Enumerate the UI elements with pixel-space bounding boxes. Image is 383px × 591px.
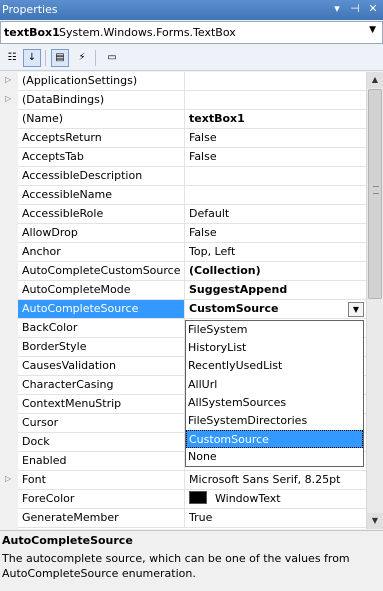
property-name[interactable]: AutoCompleteMode xyxy=(18,281,185,300)
property-row[interactable]: AccessibleRole Default xyxy=(0,205,366,224)
dropdown-option[interactable]: AllUrl xyxy=(186,376,363,394)
property-name[interactable]: Enabled xyxy=(18,452,185,471)
pin-icon[interactable]: ⊣ xyxy=(349,2,361,16)
dropdown-arrow-icon[interactable]: ▾ xyxy=(331,2,343,16)
toolbar-separator xyxy=(95,50,96,66)
property-name[interactable]: ContextMenuStrip xyxy=(18,395,185,414)
property-name[interactable]: (ApplicationSettings) xyxy=(18,72,185,91)
property-pages-icon[interactable]: ▭ xyxy=(103,49,121,67)
property-row[interactable]: GenerateMember True xyxy=(0,509,366,528)
property-grid: ▷ (ApplicationSettings) ▷ (DataBindings) (Na… xyxy=(0,72,366,529)
properties-icon[interactable]: ▤ xyxy=(51,49,69,67)
property-name[interactable]: AutoCompleteSource xyxy=(18,300,185,319)
property-row[interactable]: ▷ (ApplicationSettings) xyxy=(0,72,366,91)
property-name[interactable]: Dock xyxy=(18,433,185,452)
property-name[interactable]: GenerateMember xyxy=(18,509,185,528)
autocomplete-source-dropdown[interactable]: FileSystem HistoryList RecentlyUsedList All… xyxy=(185,320,364,467)
property-name[interactable]: CausesValidation xyxy=(18,357,185,376)
property-value[interactable]: False xyxy=(185,148,366,167)
grid-scrollbar[interactable]: ▲ ▼ xyxy=(366,72,383,529)
property-value[interactable] xyxy=(185,72,366,91)
property-row[interactable]: ForeColor WindowText xyxy=(0,490,366,509)
properties-titlebar: Properties ▾ ⊣ ✕ xyxy=(0,0,383,20)
dropdown-option[interactable]: FileSystemDirectories xyxy=(186,412,363,430)
property-name[interactable]: ForeColor xyxy=(18,490,185,509)
dropdown-option[interactable]: RecentlyUsedList xyxy=(186,357,363,375)
property-name[interactable]: AllowDrop xyxy=(18,224,185,243)
property-name[interactable]: (DataBindings) xyxy=(18,91,185,110)
property-name[interactable]: Anchor xyxy=(18,243,185,262)
property-name[interactable]: AccessibleDescription xyxy=(18,167,185,186)
property-row[interactable]: AcceptsReturn False xyxy=(0,129,366,148)
scroll-up-icon[interactable]: ▲ xyxy=(367,72,383,88)
property-row[interactable]: (Name) textBox1 xyxy=(0,110,366,129)
description-pane: AutoCompleteSource The autocomplete sour… xyxy=(0,530,383,591)
property-row[interactable]: AcceptsTab False xyxy=(0,148,366,167)
property-value[interactable]: False xyxy=(185,224,366,243)
description-title: AutoCompleteSource xyxy=(2,534,133,547)
property-name[interactable]: BorderStyle xyxy=(18,338,185,357)
close-icon[interactable]: ✕ xyxy=(367,2,379,16)
property-value[interactable]: Microsoft Sans Serif, 8.25pt xyxy=(185,471,366,490)
property-value[interactable] xyxy=(185,167,366,186)
categorized-icon[interactable]: ☷ xyxy=(3,49,21,67)
expand-icon[interactable]: ▷ xyxy=(5,75,11,84)
object-name: textBox1 xyxy=(4,26,60,39)
property-value[interactable]: Default xyxy=(185,205,366,224)
expand-icon[interactable]: ▷ xyxy=(5,474,11,483)
window-controls: ▾ ⊣ ✕ xyxy=(331,2,379,16)
property-value[interactable]: textBox1 xyxy=(185,110,366,129)
property-value[interactable] xyxy=(185,186,366,205)
property-row[interactable]: AllowDrop False xyxy=(0,224,366,243)
property-name[interactable]: Font xyxy=(18,471,185,490)
property-name[interactable]: BackColor xyxy=(18,319,185,338)
dropdown-option[interactable]: None xyxy=(186,448,363,466)
expand-icon[interactable]: ▷ xyxy=(5,94,11,103)
property-row[interactable]: ▷ (DataBindings) xyxy=(0,91,366,110)
property-value[interactable] xyxy=(185,91,366,110)
properties-toolbar: ☷ ↓ ▤ ⚡ ▭ xyxy=(0,45,383,71)
scroll-thumb[interactable] xyxy=(368,89,382,299)
property-value[interactable]: WindowText xyxy=(185,490,366,509)
dropdown-option[interactable]: CustomSource xyxy=(186,430,363,449)
property-row[interactable]: AccessibleDescription xyxy=(0,167,366,186)
property-name[interactable]: AcceptsReturn xyxy=(18,129,185,148)
property-value[interactable]: Top, Left xyxy=(185,243,366,262)
description-text: The autocomplete source, which can be on… xyxy=(2,552,350,580)
property-name[interactable]: AcceptsTab xyxy=(18,148,185,167)
chevron-down-icon[interactable]: ▼ xyxy=(369,25,376,35)
property-value[interactable]: False xyxy=(185,129,366,148)
object-type: System.Windows.Forms.TextBox xyxy=(59,26,236,39)
property-row[interactable]: Anchor Top, Left xyxy=(0,243,366,262)
property-name[interactable]: AccessibleName xyxy=(18,186,185,205)
property-row[interactable]: AutoCompleteSource CustomSource ▼ xyxy=(0,300,366,319)
chevron-down-icon[interactable]: ▼ xyxy=(348,302,364,317)
property-row[interactable]: AccessibleName xyxy=(0,186,366,205)
property-value[interactable]: SuggestAppend xyxy=(185,281,366,300)
property-name[interactable]: AutoCompleteCustomSource xyxy=(18,262,185,281)
property-name[interactable]: AccessibleRole xyxy=(18,205,185,224)
property-value-text: WindowText xyxy=(215,492,281,505)
toolbar-separator xyxy=(45,50,46,66)
property-name[interactable]: Cursor xyxy=(18,414,185,433)
dropdown-option[interactable]: FileSystem xyxy=(186,321,363,339)
property-row[interactable]: AutoCompleteCustomSource (Collection) xyxy=(0,262,366,281)
property-value[interactable]: CustomSource xyxy=(185,300,366,319)
property-row[interactable]: ▷ Font Microsoft Sans Serif, 8.25pt xyxy=(0,471,366,490)
object-selector[interactable]: textBox1 System.Windows.Forms.TextBox ▼ xyxy=(0,21,383,44)
property-name[interactable]: CharacterCasing xyxy=(18,376,185,395)
dropdown-option[interactable]: AllSystemSources xyxy=(186,394,363,412)
property-row[interactable]: AutoCompleteMode SuggestAppend xyxy=(0,281,366,300)
window-title: Properties xyxy=(2,3,58,16)
property-value[interactable]: (Collection) xyxy=(185,262,366,281)
property-name[interactable]: (Name) xyxy=(18,110,185,129)
scroll-down-icon[interactable]: ▼ xyxy=(367,513,383,529)
color-swatch xyxy=(189,491,207,504)
dropdown-option[interactable]: HistoryList xyxy=(186,339,363,357)
events-icon[interactable]: ⚡ xyxy=(73,49,91,67)
property-value[interactable]: True xyxy=(185,509,366,528)
alphabetical-icon[interactable]: ↓ xyxy=(23,49,41,67)
